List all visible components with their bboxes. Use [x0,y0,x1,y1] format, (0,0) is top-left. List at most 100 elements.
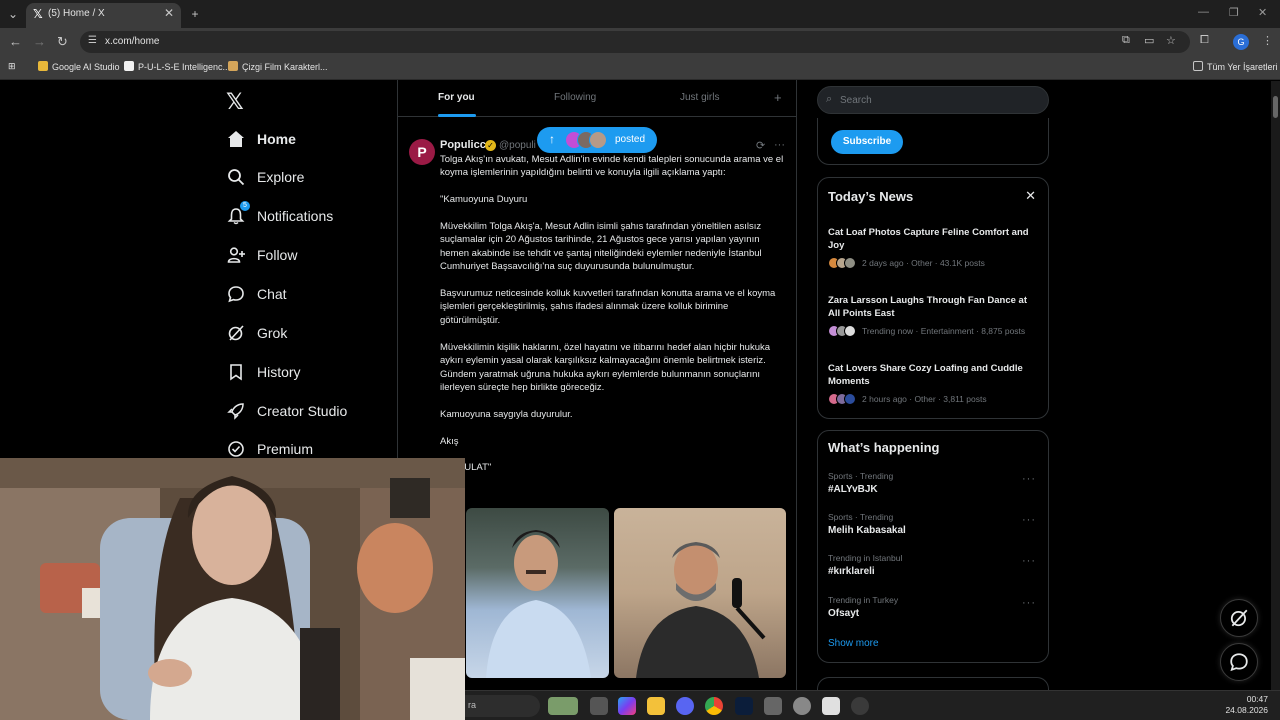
obs-icon[interactable] [851,697,869,715]
poster-avatar [589,131,607,149]
tab-following[interactable]: Following [554,92,596,103]
forward-icon[interactable]: → [33,34,46,49]
minimize-icon[interactable]: — [1198,6,1209,18]
add-tab-icon[interactable]: + [774,90,782,105]
reload-icon[interactable]: ↻ [57,34,68,50]
search-box[interactable]: ⌕ [817,86,1049,114]
sidebar-item-home[interactable]: Home [226,125,296,153]
bookmark-pulse[interactable]: P-U-L-S-E Intelligenc... [124,61,230,72]
messages-floating-button[interactable] [1220,643,1258,681]
feed-tabs: For you Following Just girls + [398,80,796,117]
news-meta: 2 days ago · Other · 43.1K posts [862,258,985,268]
bell-icon: 5 [226,201,250,226]
chrome-icon[interactable] [705,697,723,715]
subscribe-button[interactable]: Subscribe [831,130,903,154]
post-image[interactable] [466,508,609,678]
extensions-icon[interactable]: ⧠ [1200,34,1209,47]
notification-badge: 5 [240,201,250,211]
sidebar-item-history[interactable]: History [226,358,301,386]
trend-item[interactable]: Trending in Turkey Ofsayt ··· [828,595,1040,619]
author-handle[interactable]: @populi [499,140,536,151]
chat-bubble-icon [226,284,246,304]
copilot-icon[interactable] [618,697,636,715]
task-view-icon[interactable] [590,697,608,715]
sidebar-item-chat[interactable]: Chat [226,280,287,308]
trend-item[interactable]: Trending in Istanbul #kırklareli ··· [828,553,1040,577]
news-item[interactable]: Cat Loaf Photos Capture Feline Comfort a… [828,226,1040,269]
address-bar[interactable]: ☰ x.com/home [80,31,1190,53]
all-bookmarks-label: Tüm Yer İşaretleri [1207,62,1278,72]
author-name[interactable]: Populicc [440,139,486,151]
settings-gear-icon[interactable] [793,697,811,715]
news-meta-row: 2 days ago · Other · 43.1K posts [828,257,1040,269]
premium-card: Subscribe [817,118,1049,165]
sidebar-item-notifications[interactable]: 5 Notifications [226,201,333,230]
new-tab-icon[interactable]: + [186,5,204,23]
show-more-link[interactable]: Show more [828,638,879,649]
back-icon[interactable]: ← [9,34,22,49]
tab-just-girls[interactable]: Just girls [680,92,719,103]
file-explorer-icon[interactable] [647,697,665,715]
more-icon[interactable]: ··· [1022,473,1036,485]
bookmark-google-ai-studio[interactable]: Google AI Studio [38,61,120,72]
home-icon [226,129,246,149]
photoshop-icon[interactable] [735,697,753,715]
news-item[interactable]: Zara Larsson Laughs Through Fan Dance at… [828,294,1040,337]
more-icon[interactable]: ··· [1022,555,1036,567]
sidebar-label: History [257,364,301,380]
author-avatar[interactable]: P [409,139,435,165]
network-icon[interactable] [764,697,782,715]
active-tab-indicator [438,114,476,117]
news-item[interactable]: Cat Lovers Share Cozy Loafing and Cuddle… [828,362,1040,405]
discord-icon[interactable] [676,697,694,715]
trend-category: Trending in Istanbul [828,553,903,563]
scrollbar-thumb[interactable] [1273,96,1278,118]
sidebar-item-grok[interactable]: Grok [226,319,287,347]
windows-taskbar: ra 00:47 24.08.2026 [465,690,1280,720]
scrollbar-track[interactable] [1271,81,1280,690]
trend-item[interactable]: Sports · Trending #ALYvBJK ··· [828,471,1040,495]
app-icon[interactable] [822,697,840,715]
verified-badge-icon: ✓ [485,140,496,151]
sidebar-label: Home [257,131,296,147]
new-posts-pill[interactable]: ↑ posted [537,127,657,153]
weather-widget-icon[interactable] [548,697,578,715]
system-clock[interactable]: 00:47 24.08.2026 [1225,694,1268,716]
tab-close-icon[interactable]: ✕ [164,6,174,20]
window-close-icon[interactable]: ✕ [1258,6,1267,19]
browser-menu-icon[interactable]: ⋮ [1262,34,1273,47]
taskbar-search[interactable]: ra [465,695,540,717]
bookmark-star-icon[interactable]: ☆ [1166,34,1176,47]
sidebar-label: Chat [257,286,287,302]
grok-post-icon[interactable]: ⟳ [756,139,765,152]
grok-icon [1230,609,1248,627]
url-text: x.com/home [105,36,160,47]
x-logo-icon[interactable]: 𝕏 [226,89,244,115]
profile-avatar[interactable]: G [1233,34,1249,50]
translate-icon[interactable]: ⧉ [1122,34,1130,47]
cast-icon[interactable]: ▭ [1144,34,1154,47]
check-circle-icon [226,439,246,459]
restore-icon[interactable]: ❐ [1229,6,1239,19]
sidebar-item-creator-studio[interactable]: Creator Studio [226,397,347,425]
tab-search-icon[interactable]: ⌄ [4,5,22,23]
trend-item[interactable]: Sports · Trending Melih Kabasakal ··· [828,512,1040,536]
more-icon[interactable]: ··· [1022,514,1036,526]
more-icon[interactable]: ··· [1022,597,1036,609]
tab-for-you[interactable]: For you [438,92,475,103]
more-options-icon[interactable]: ··· [774,139,785,151]
close-icon[interactable]: ✕ [1025,188,1036,204]
post-image[interactable] [614,508,786,678]
search-input[interactable] [838,91,1038,109]
trend-category: Sports · Trending [828,471,894,481]
bookmark-cizgi-film[interactable]: Çizgi Film Karakterl... [228,61,328,72]
bookmark-label: P-U-L-S-E Intelligenc... [138,62,231,72]
sidebar-item-explore[interactable]: Explore [226,163,304,191]
grok-floating-button[interactable] [1220,599,1258,637]
all-bookmarks[interactable]: Tüm Yer İşaretleri [1193,61,1278,72]
apps-grid-icon[interactable]: ⊞ [8,61,16,72]
site-info-icon[interactable]: ☰ [88,35,97,46]
browser-tab[interactable]: 𝕏 (5) Home / X ✕ [26,3,181,28]
browser-tab-strip: ⌄ 𝕏 (5) Home / X ✕ + — ❐ ✕ [0,0,1280,28]
sidebar-item-follow[interactable]: Follow [226,241,297,269]
